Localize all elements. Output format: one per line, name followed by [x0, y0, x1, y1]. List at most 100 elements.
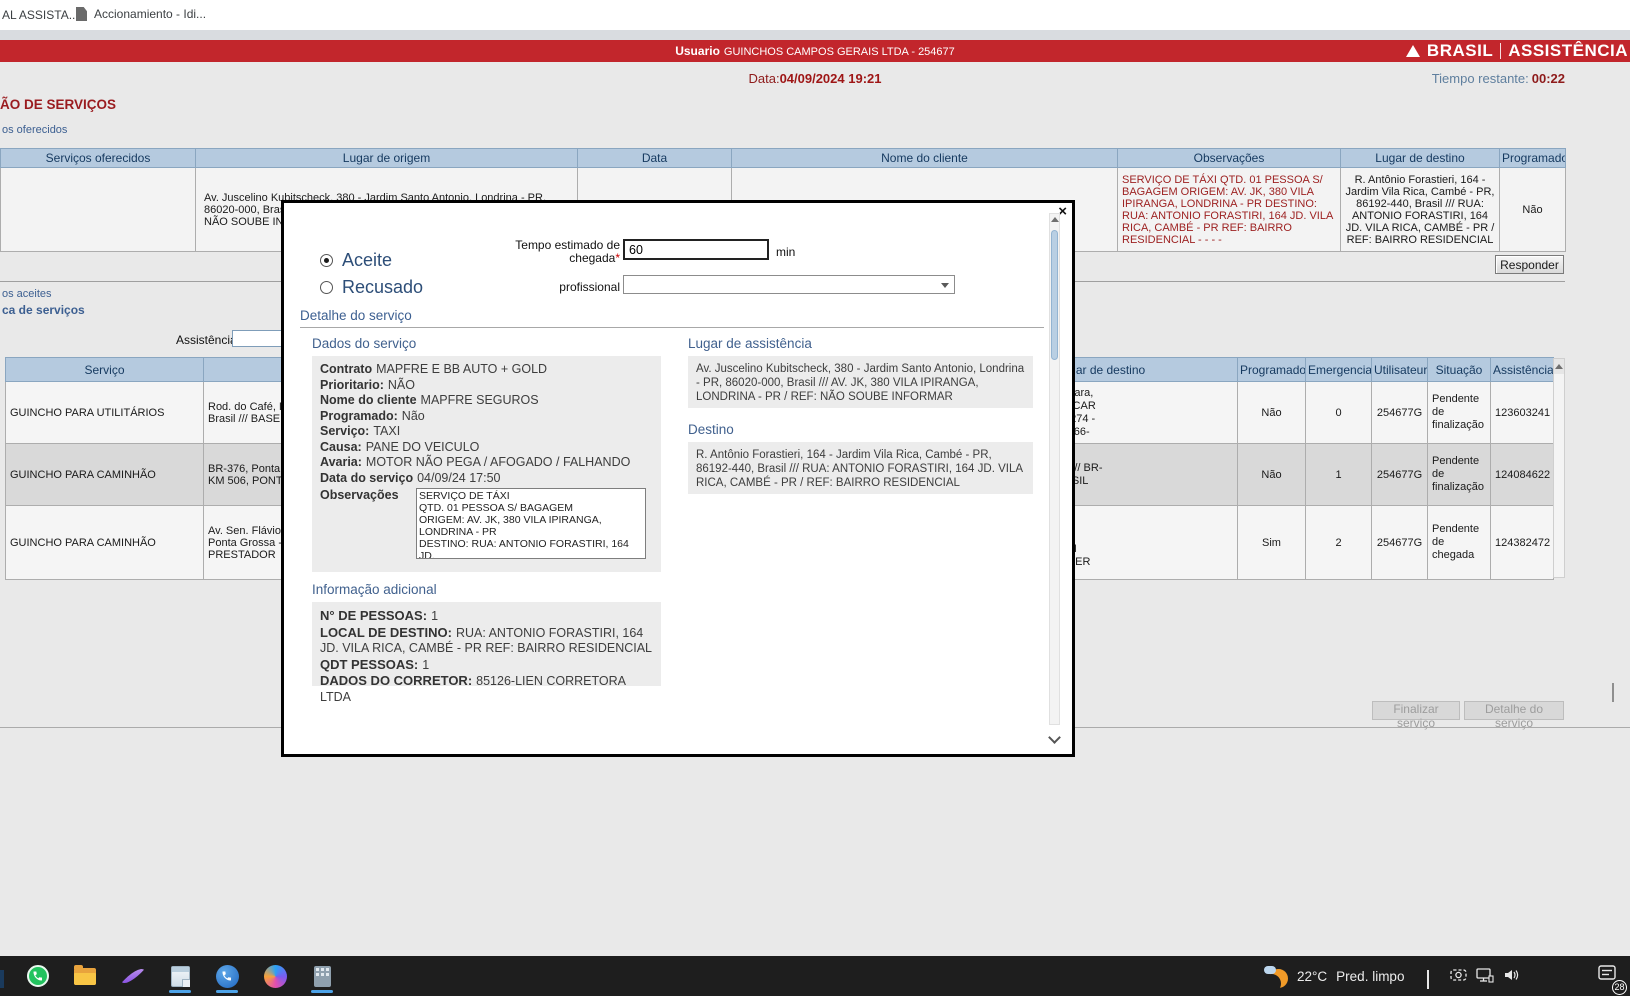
cell-emergencial: 1	[1306, 444, 1372, 506]
col-emergencial: Emergencial	[1306, 358, 1372, 382]
scroll-down-icon[interactable]	[1612, 683, 1614, 701]
date-label: Data:	[748, 71, 779, 86]
file-explorer-icon[interactable]	[71, 963, 99, 989]
cell-servico: GUINCHO PARA UTILITÁRIOS	[6, 382, 204, 444]
cell-utilisateur: 254677G	[1372, 382, 1428, 444]
cell-observacoes: SERVIÇO DE TÁXI QTD. 01 PESSOA S/ BAGAGE…	[1118, 168, 1341, 252]
weather-desc: Pred. limpo	[1336, 969, 1404, 984]
brand-triangle-icon	[1406, 45, 1420, 57]
usuario-value: GUINCHOS CAMPOS GERAIS LTDA - 254677	[724, 46, 955, 58]
field-num-pessoas: N° DE PESSOAS:1	[320, 608, 653, 625]
cell-emergencial: 2	[1306, 506, 1372, 580]
camera-icon[interactable]	[1450, 968, 1467, 987]
cell-programado: Não	[1238, 382, 1306, 444]
offered-services-label: os oferecidos	[2, 124, 67, 136]
radio-aceite[interactable]: Aceite	[320, 250, 392, 271]
field-observacoes: Observações SERVIÇO DE TÁXI QTD. 01 PESS…	[320, 488, 653, 559]
whatsapp-icon[interactable]	[24, 963, 52, 989]
profissional-select[interactable]	[623, 275, 955, 294]
info-adicional-title: Informação adicional	[312, 582, 661, 597]
dados-servico-title: Dados do serviço	[312, 336, 661, 351]
notification-badge: 28	[1612, 980, 1627, 995]
field-prioritario: Prioritario:NÃO	[320, 378, 653, 394]
cell-programado: Sim	[1238, 506, 1306, 580]
time-remaining-label: Tiempo restante:	[1432, 71, 1529, 86]
brand-logo: BRASIL ASSISTÊNCIA	[1406, 40, 1628, 62]
service-data-column: Dados do serviço ContratoMAPFRE E BB AUT…	[312, 336, 661, 686]
brand-name-left: BRASIL	[1427, 41, 1493, 61]
finalizar-servico-button[interactable]: Finalizar serviço	[1372, 701, 1460, 720]
copilot-icon[interactable]	[261, 963, 289, 989]
chevron-up-icon[interactable]	[1427, 972, 1429, 990]
network-icon[interactable]	[1476, 968, 1494, 988]
cell-servico: GUINCHO PARA CAMINHÃO	[6, 444, 204, 506]
browser-chrome-band	[0, 30, 1630, 40]
radio-aceite-label: Aceite	[342, 250, 392, 271]
cell-assistencia: 123603241	[1491, 382, 1554, 444]
table-scrollbar[interactable]	[1553, 358, 1565, 578]
date-value: 04/09/2024 19:21	[780, 71, 882, 86]
calculator-icon[interactable]	[308, 963, 336, 989]
col-programado: Programado	[1500, 149, 1566, 168]
date-line: Data:04/09/2024 19:21	[0, 71, 1630, 86]
tempo-estimado-input[interactable]	[623, 239, 769, 260]
lugar-assistencia-box: Av. Juscelino Kubitscheck, 380 - Jardim …	[688, 356, 1033, 408]
lugar-assistencia-title: Lugar de assistência	[688, 336, 1033, 351]
field-avaria: Avaria:MOTOR NÃO PEGA / AFOGADO / FALHAN…	[320, 455, 653, 471]
weather-temp: 22°C	[1297, 969, 1327, 984]
radio-recusado[interactable]: Recusado	[320, 277, 423, 298]
partial-app-icon[interactable]	[0, 970, 4, 988]
weather-widget[interactable]: 22°C Pred. limpo	[1264, 962, 1404, 990]
col-servicos-oferecidos: Serviços oferecidos	[1, 149, 196, 168]
service-detail-modal: × Aceite Recusado Tempo estimado de cheg…	[281, 200, 1075, 757]
notifications-icon[interactable]: 28	[1598, 965, 1618, 988]
field-dados-corretor: DADOS DO CORRETOR:85126-LIEN CORRETORA L…	[320, 673, 653, 705]
usuario-line: Usuario GUINCHOS CAMPOS GERAIS LTDA - 254…	[0, 40, 1630, 63]
phone-icon[interactable]	[213, 963, 241, 989]
col-nome-cliente: Nome do cliente	[732, 149, 1118, 168]
field-local-destino: LOCAL DE DESTINO:RUA: ANTONIO FORASTIRI,…	[320, 625, 653, 657]
col-lugar-destino: Lugar de destino	[1341, 149, 1500, 168]
responder-button[interactable]: Responder	[1495, 255, 1564, 274]
col-servico: Serviço	[6, 358, 204, 382]
time-remaining-value: 00:22	[1532, 71, 1565, 86]
col-data: Data	[578, 149, 732, 168]
scrollbar-thumb[interactable]	[1051, 230, 1058, 360]
field-servico: Serviço:TAXI	[320, 424, 653, 440]
time-remaining: Tiempo restante:00:22	[1432, 71, 1565, 86]
radio-button-icon[interactable]	[320, 254, 333, 267]
dados-servico-box: ContratoMAPFRE E BB AUTO + GOLD Priorita…	[312, 356, 661, 572]
browser-tab-partial[interactable]: AL ASSISTA...	[2, 8, 79, 22]
detalhe-servico-button[interactable]: Detalhe do serviço	[1464, 701, 1564, 720]
scroll-up-icon[interactable]	[1554, 359, 1564, 374]
app-header: Usuario GUINCHOS CAMPOS GERAIS LTDA - 254…	[0, 40, 1630, 62]
field-qdt-pessoas: QDT PESSOAS:1	[320, 657, 653, 674]
cell-destino: R. Antônio Forastieri, 164 - Jardim Vila…	[1341, 168, 1500, 252]
cell-assistencia: 124084622	[1491, 444, 1554, 506]
brand-divider	[1500, 43, 1501, 59]
scroll-up-icon[interactable]	[1051, 217, 1059, 222]
speaker-icon[interactable]	[1503, 968, 1520, 987]
col-programado2: Programado	[1238, 358, 1306, 382]
col-assistencia: Assistência	[1491, 358, 1554, 382]
usuario-label: Usuario	[675, 44, 720, 58]
notepad-icon[interactable]	[166, 963, 194, 989]
cell-servico: GUINCHO PARA CAMINHÃO	[6, 506, 204, 580]
taskbar: 22°C Pred. limpo 19:22 04/09/2024 28	[0, 956, 1630, 996]
screen: AL ASSISTA... Accionamiento - Idi... Usu…	[0, 0, 1630, 996]
brand-name-right: ASSISTÊNCIA	[1508, 41, 1628, 61]
locations-column: Lugar de assistência Av. Juscelino Kubit…	[688, 336, 1033, 494]
observacoes-textarea[interactable]: SERVIÇO DE TÁXI QTD. 01 PESSOA S/ BAGAGE…	[416, 488, 646, 559]
browser-tab[interactable]: Accionamiento - Idi...	[76, 7, 206, 21]
required-asterisk: *	[615, 251, 620, 265]
chevron-down-icon	[941, 283, 949, 288]
document-icon	[76, 7, 87, 21]
weather-moon-icon	[1264, 964, 1288, 988]
modal-scrollbar[interactable]	[1049, 213, 1060, 725]
radio-button-icon[interactable]	[320, 281, 333, 294]
feather-pen-icon[interactable]	[119, 963, 147, 989]
field-causa: Causa:PANE DO VEICULO	[320, 440, 653, 456]
radio-recusado-label: Recusado	[342, 277, 423, 298]
modal-scroll-down-icon[interactable]	[1048, 731, 1061, 744]
accepted-services-label: os aceites	[2, 288, 52, 300]
